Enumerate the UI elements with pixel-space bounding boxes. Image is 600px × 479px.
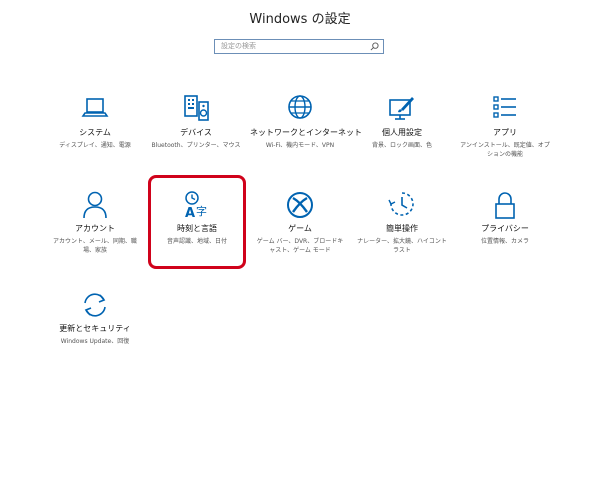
tile-description: Wi-Fi、機内モード、VPN bbox=[265, 142, 335, 149]
tile-label: システム bbox=[79, 128, 111, 137]
tile-label: プライバシー bbox=[481, 224, 529, 233]
tile-description: アカウント、メール、同期、職場、家族 bbox=[53, 238, 137, 254]
tile-label: 簡単操作 bbox=[386, 224, 418, 233]
paint-monitor-icon bbox=[389, 97, 414, 120]
tile-description: 位置情報、カメラ bbox=[480, 238, 529, 245]
tile-devices[interactable]: デバイス Bluetooth、プリンター、マウス bbox=[146, 94, 246, 150]
laptop-icon bbox=[81, 98, 109, 117]
ease-of-access-icon bbox=[388, 192, 414, 216]
search-placeholder: 設定の検索 bbox=[221, 42, 256, 50]
xbox-icon bbox=[287, 192, 313, 218]
tile-label: ネットワークとインターネット bbox=[250, 128, 362, 137]
tile-description: ディスプレイ、通知、電源 bbox=[59, 142, 131, 149]
tile-network[interactable]: ネットワークとインターネット Wi-Fi、機内モード、VPN bbox=[250, 94, 362, 150]
tile-label: 個人用設定 bbox=[382, 128, 422, 137]
tile-privacy[interactable]: プライバシー 位置情報、カメラ bbox=[455, 190, 555, 246]
app-list-icon bbox=[493, 96, 516, 118]
tile-description: ナレーター、拡大鏡、ハイコントラスト bbox=[357, 238, 447, 254]
tile-label: 更新とセキュリティ bbox=[59, 324, 131, 333]
tile-ease-of-access[interactable]: 簡単操作 ナレーター、拡大鏡、ハイコントラスト bbox=[352, 190, 452, 255]
tile-accounts[interactable]: アカウント アカウント、メール、同期、職場、家族 bbox=[45, 190, 145, 255]
page-title: Windows の設定 bbox=[249, 12, 351, 27]
keyboard-speaker-icon bbox=[184, 95, 209, 121]
highlight-frame bbox=[148, 175, 246, 269]
tile-system[interactable]: システム ディスプレイ、通知、電源 bbox=[45, 94, 145, 150]
tile-label: デバイス bbox=[180, 128, 212, 137]
tile-description: アンインストール、既定値、オプションの機能 bbox=[460, 142, 550, 158]
person-icon bbox=[83, 191, 107, 219]
tile-update-security[interactable]: 更新とセキュリティ Windows Update、回復 bbox=[45, 290, 145, 346]
tile-apps[interactable]: アプリ アンインストール、既定値、オプションの機能 bbox=[455, 94, 555, 159]
lock-icon bbox=[495, 192, 515, 219]
tile-description: 背景、ロック画面、色 bbox=[371, 142, 432, 149]
tile-label: ゲーム bbox=[288, 224, 312, 233]
refresh-icon bbox=[84, 293, 106, 317]
tile-description: Windows Update、回復 bbox=[60, 338, 130, 345]
tile-gaming[interactable]: ゲーム ゲーム バー、DVR、ブロードキャスト、ゲーム モード bbox=[250, 190, 350, 255]
globe-icon bbox=[288, 95, 312, 119]
search-icon[interactable] bbox=[370, 42, 379, 51]
tile-label: アカウント bbox=[75, 224, 115, 233]
search-input[interactable]: 設定の検索 bbox=[214, 39, 384, 54]
tile-description: ゲーム バー、DVR、ブロードキャスト、ゲーム モード bbox=[256, 238, 344, 254]
tile-label: アプリ bbox=[493, 128, 517, 137]
tile-description: Bluetooth、プリンター、マウス bbox=[151, 142, 241, 149]
tile-personalization[interactable]: 個人用設定 背景、ロック画面、色 bbox=[352, 94, 452, 150]
